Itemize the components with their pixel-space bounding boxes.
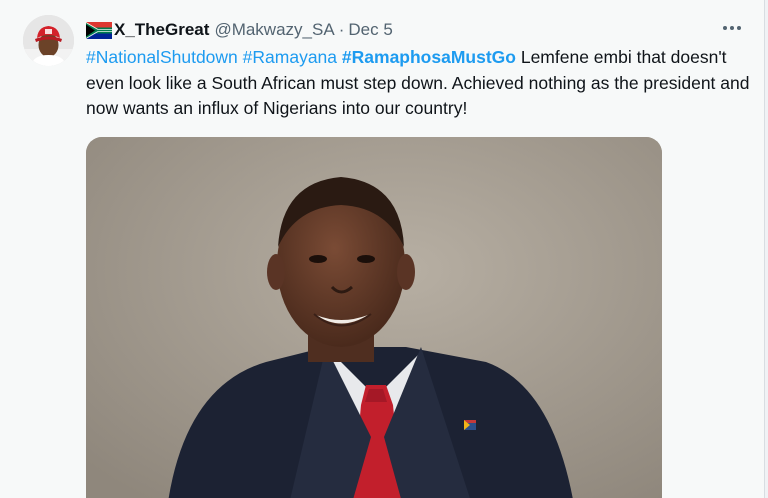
portrait-photo	[86, 137, 662, 498]
tweet-card[interactable]: X_TheGreat @Makwazy_SA · Dec 5 #National…	[0, 0, 765, 498]
display-name[interactable]: X_TheGreat	[114, 20, 209, 40]
tweet-media-image[interactable]	[86, 137, 662, 498]
tweet-text: #NationalShutdown #Ramayana #RamaphosaMu…	[86, 45, 751, 122]
hashtag-link[interactable]: #RamaphosaMustGo	[342, 47, 516, 67]
south-africa-flag-icon	[86, 21, 112, 39]
tweet-header: X_TheGreat @Makwazy_SA · Dec 5	[86, 19, 393, 41]
more-horizontal-icon[interactable]	[718, 17, 746, 39]
separator-dot: ·	[338, 20, 345, 39]
user-handle[interactable]: @Makwazy_SA	[214, 20, 334, 40]
avatar[interactable]	[23, 15, 74, 66]
hashtag-link[interactable]: #NationalShutdown	[86, 47, 238, 67]
tweet-date[interactable]: Dec 5	[348, 20, 392, 40]
hashtag-link[interactable]: #Ramayana	[243, 47, 337, 67]
